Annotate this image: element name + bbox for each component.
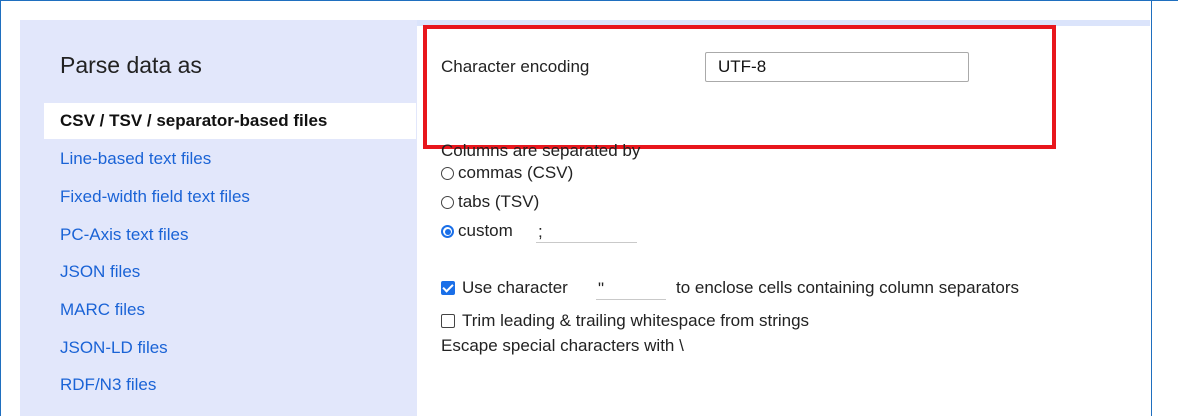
separator-commas-label: commas (CSV) <box>458 163 574 182</box>
sidebar-item-pc-axis[interactable]: PC-Axis text files <box>44 217 416 253</box>
quote-character-input[interactable] <box>596 278 666 300</box>
separator-custom-radio[interactable] <box>441 225 454 238</box>
separator-tabs-label: tabs (TSV) <box>458 192 540 211</box>
window-right-border <box>1151 0 1152 416</box>
sidebar-title: Parse data as <box>60 52 202 78</box>
window-top-border <box>0 0 1178 1</box>
separator-commas-radio[interactable] <box>441 167 454 180</box>
trim-whitespace-checkbox[interactable] <box>441 314 455 328</box>
sidebar-item-fixed-width[interactable]: Fixed-width field text files <box>44 179 416 215</box>
sidebar-item-marc[interactable]: MARC files <box>44 292 416 328</box>
quote-character-checkbox[interactable] <box>441 281 455 295</box>
sidebar-item-json-ld[interactable]: JSON-LD files <box>44 330 416 366</box>
quote-label-before: Use character <box>462 278 568 297</box>
window-left-border <box>0 0 1 416</box>
sidebar-item-line-based[interactable]: Line-based text files <box>44 141 416 177</box>
sidebar-item-rdf-n3[interactable]: RDF/N3 files <box>44 367 416 403</box>
encoding-highlight-box <box>423 25 1056 149</box>
escape-characters-label: Escape special characters with \ <box>441 336 684 355</box>
separator-tabs-radio[interactable] <box>441 196 454 209</box>
custom-separator-input[interactable] <box>536 221 637 243</box>
quote-label-after: to enclose cells containing column separ… <box>676 278 1020 297</box>
separator-custom-label: custom <box>458 221 513 240</box>
sidebar-item-csv-tsv[interactable]: CSV / TSV / separator-based files <box>44 103 416 139</box>
trim-whitespace-label: Trim leading & trailing whitespace from … <box>462 311 810 330</box>
separator-heading: Columns are separated by <box>441 141 641 160</box>
sidebar-item-json[interactable]: JSON files <box>44 254 416 290</box>
